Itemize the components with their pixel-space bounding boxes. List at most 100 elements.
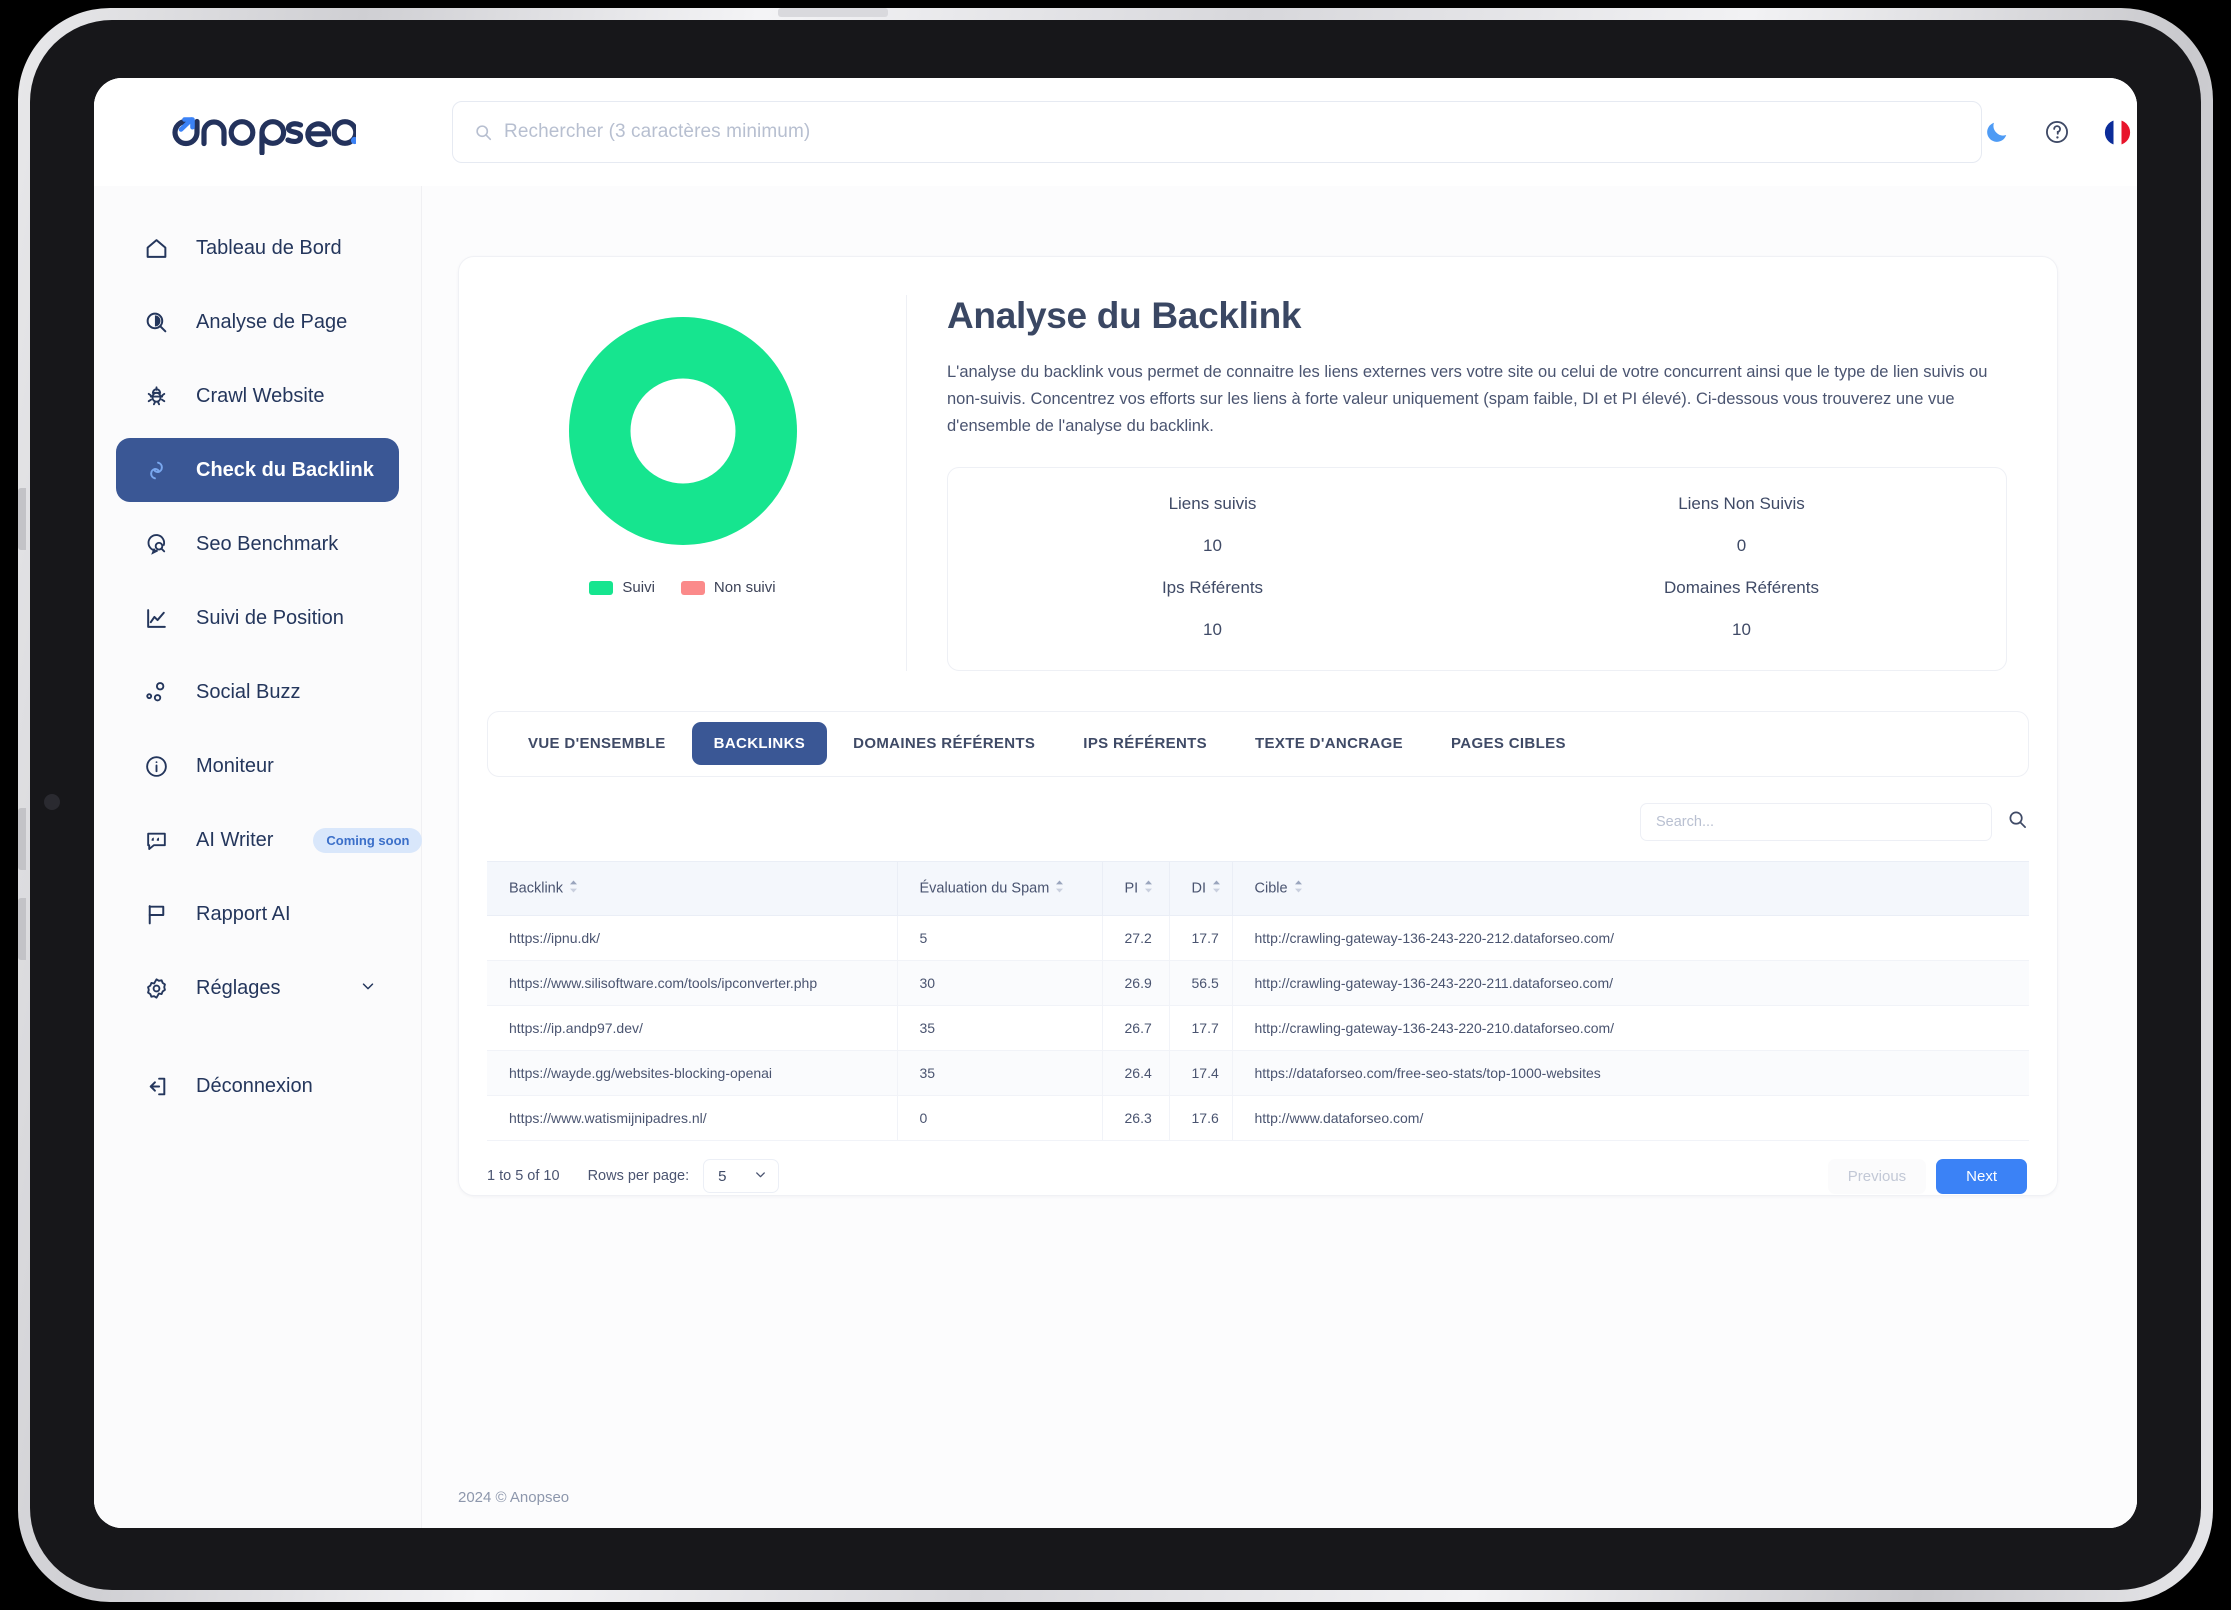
sidebar-item-label: Déconnexion <box>196 1074 313 1097</box>
table-search-placeholder: Search... <box>1656 813 1715 830</box>
cell-cible: https://dataforseo.com/free-seo-stats/to… <box>1232 1050 2029 1096</box>
link-icon <box>142 456 170 484</box>
global-search[interactable]: Rechercher (3 caractères minimum) <box>452 101 1982 163</box>
top-bar-icons <box>1982 117 2137 147</box>
next-button[interactable]: Next <box>1936 1158 2027 1194</box>
sidebar-item-rapport-ai[interactable]: Rapport AI <box>116 882 399 946</box>
tab-ips-referents[interactable]: IPS RÉFÉRENTS <box>1061 722 1229 765</box>
stat-liens-non-suivis: Liens Non Suivis 0 <box>1477 494 2006 556</box>
rows-per-page-label: Rows per page: <box>587 1168 690 1185</box>
sidebar-item-deconnexion[interactable]: Déconnexion <box>116 1054 399 1118</box>
tab-domaines-referents[interactable]: DOMAINES RÉFÉRENTS <box>831 722 1057 765</box>
cell-di: 17.4 <box>1169 1050 1233 1096</box>
sidebar-item-check-du-backlink[interactable]: Check du Backlink <box>116 438 399 502</box>
sort-icon[interactable] <box>569 880 578 897</box>
table-row[interactable]: https://www.silisoftware.com/tools/ipcon… <box>487 960 2029 1006</box>
column-header-di[interactable]: DI <box>1169 860 1233 916</box>
top-bar: Rechercher (3 caractères minimum) <box>94 78 2137 186</box>
sidebar-item-suivi-de-position[interactable]: Suivi de Position <box>116 586 399 650</box>
column-label: Évaluation du Spam <box>919 879 1050 896</box>
sidebar-item-seo-benchmark[interactable]: Seo Benchmark <box>116 512 399 576</box>
language-flag-icon[interactable] <box>2102 117 2132 147</box>
tab-vue-densemble[interactable]: VUE D'ENSEMBLE <box>506 722 688 765</box>
device-screen: Rechercher (3 caractères minimum) Tablea… <box>94 78 2137 1528</box>
sidebar-item-crawl-website[interactable]: Crawl Website <box>116 364 399 428</box>
chevron-down-icon <box>753 1167 768 1186</box>
chart-column: Suivi Non suivi <box>459 295 907 671</box>
sort-icon[interactable] <box>1055 880 1064 897</box>
cell-cible: http://crawling-gateway-136-243-220-211.… <box>1232 960 2029 1006</box>
help-icon[interactable] <box>2042 117 2072 147</box>
footer: 2024 © Anopseo <box>422 1466 2137 1528</box>
column-header-cible[interactable]: Cible <box>1232 860 2029 916</box>
rows-per-page-select[interactable]: 5 <box>703 1159 780 1194</box>
sidebar-item-label: Rapport AI <box>196 902 291 925</box>
sort-icon[interactable] <box>1294 880 1303 897</box>
stat-liens-suivis: Liens suivis 10 <box>948 494 1477 556</box>
table-row[interactable]: https://wayde.gg/websites-blocking-opena… <box>487 1050 2029 1096</box>
sidebar-item-tableau-de-bord[interactable]: Tableau de Bord <box>116 216 399 280</box>
page-title: Analyse du Backlink <box>947 295 1302 336</box>
sidebar-item-moniteur[interactable]: Moniteur <box>116 734 399 798</box>
logout-icon <box>142 1072 170 1100</box>
power-button <box>778 8 888 17</box>
tab-texte-dancrage[interactable]: TEXTE D'ANCRAGE <box>1233 722 1425 765</box>
previous-button[interactable]: Previous <box>1827 1158 1927 1194</box>
column-header-pi[interactable]: PI <box>1102 860 1170 916</box>
share-nodes-icon <box>142 678 170 706</box>
sidebar-item-reglages[interactable]: Réglages <box>116 956 399 1020</box>
cell-spam: 30 <box>897 960 1103 1006</box>
legend-swatch-pink <box>680 580 705 595</box>
column-header-evaluation-du-spam[interactable]: Évaluation du Spam <box>897 860 1103 916</box>
side-button-top <box>18 488 26 550</box>
front-camera <box>44 794 60 810</box>
cell-pi: 26.7 <box>1102 1005 1170 1051</box>
table-search-icon[interactable] <box>2008 810 2027 834</box>
pagination-info: 1 to 5 of 10 <box>487 1168 560 1185</box>
chevron-down-icon[interactable] <box>359 977 377 1000</box>
tab-backlinks[interactable]: BACKLINKS <box>691 722 828 766</box>
cell-di: 17.6 <box>1169 1095 1233 1141</box>
search-placeholder: Rechercher (3 caractères minimum) <box>504 121 811 142</box>
sidebar-item-social-buzz[interactable]: Social Buzz <box>116 660 399 724</box>
sidebar-item-analyse-de-page[interactable]: Analyse de Page <box>116 290 399 354</box>
sort-icon[interactable] <box>1144 880 1153 897</box>
page-description: L'analyse du backlink vous permet de con… <box>947 363 1988 436</box>
table-row[interactable]: https://ip.andp97.dev/ 35 26.7 17.7 http… <box>487 1005 2029 1051</box>
sidebar-item-label: Tableau de Bord <box>196 236 342 259</box>
brand-logo[interactable] <box>160 109 356 155</box>
backlink-analysis-card: Suivi Non suivi Analyse du Backlink L'an… <box>458 256 2058 1196</box>
sidebar-item-label: Crawl Website <box>196 384 325 407</box>
column-header-backlink[interactable]: Backlink <box>487 860 898 916</box>
anopseo-app: Rechercher (3 caractères minimum) Tablea… <box>94 78 2137 1528</box>
tab-bar: VUE D'ENSEMBLE BACKLINKS DOMAINES RÉFÉRE… <box>487 710 2029 777</box>
cell-backlink: https://www.watismijnipadres.nl/ <box>487 1095 898 1141</box>
table-search-input[interactable]: Search... <box>1640 802 1992 841</box>
search-input[interactable]: Rechercher (3 caractères minimum) <box>452 101 1982 163</box>
home-icon <box>142 234 170 262</box>
cell-pi: 27.2 <box>1102 915 1170 961</box>
table-row[interactable]: https://www.watismijnipadres.nl/ 0 26.3 … <box>487 1095 2029 1141</box>
cell-cible: http://crawling-gateway-136-243-220-210.… <box>1232 1005 2029 1051</box>
cell-di: 56.5 <box>1169 960 1233 1006</box>
column-label: Cible <box>1254 879 1288 896</box>
stat-value: 10 <box>1203 619 1222 639</box>
legend-item-suivi[interactable]: Suivi <box>589 579 655 596</box>
stat-value: 10 <box>1732 619 1751 639</box>
cell-cible: http://www.dataforseo.com/ <box>1232 1095 2029 1141</box>
cell-backlink: https://ip.andp97.dev/ <box>487 1005 898 1051</box>
sort-icon[interactable] <box>1212 880 1221 897</box>
stat-label: Liens suivis <box>1168 493 1257 513</box>
legend-label: Non suivi <box>713 579 776 596</box>
legend-item-non-suivi[interactable]: Non suivi <box>680 579 776 596</box>
stat-label: Domaines Référents <box>1664 577 1819 597</box>
table-row[interactable]: https://ipnu.dk/ 5 27.2 17.7 http://craw… <box>487 915 2029 961</box>
volume-down-button <box>18 898 26 960</box>
dark-mode-icon[interactable] <box>1982 117 2012 147</box>
backlinks-table: Backlink Évaluation du Spam PI DI Cible … <box>487 860 2029 1141</box>
tab-pages-cibles[interactable]: PAGES CIBLES <box>1429 722 1588 765</box>
column-label: PI <box>1124 879 1139 896</box>
sidebar-item-ai-writer[interactable]: AI Writer Coming soon <box>116 808 423 872</box>
cell-spam: 35 <box>897 1005 1103 1051</box>
backlink-donut-chart <box>568 317 797 545</box>
